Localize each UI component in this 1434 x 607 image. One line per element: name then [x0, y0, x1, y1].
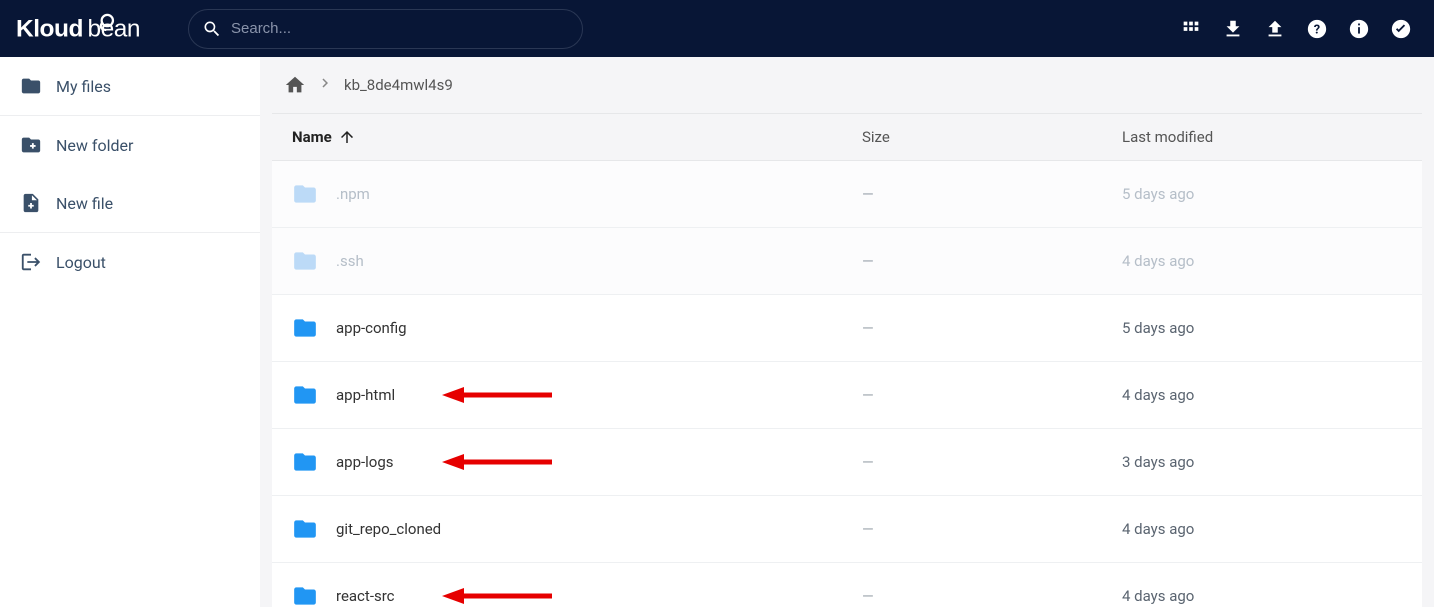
file-size: —	[862, 252, 1122, 270]
grid-view-icon[interactable]	[1180, 18, 1202, 40]
upload-icon[interactable]	[1264, 18, 1286, 40]
folder-icon	[292, 516, 318, 542]
table-row[interactable]: app-html—4 days ago	[272, 362, 1422, 429]
main-pane: kb_8de4mwl4s9 Name Size Last modified .n…	[260, 57, 1434, 607]
sidebar-item-label: New folder	[56, 136, 133, 155]
file-modified: 3 days ago	[1122, 453, 1402, 471]
sidebar-item-label: My files	[56, 77, 111, 96]
column-header-size[interactable]: Size	[862, 128, 1122, 146]
help-icon[interactable]: ?	[1306, 18, 1328, 40]
file-size: —	[862, 185, 1122, 203]
table-row[interactable]: .npm—5 days ago	[272, 161, 1422, 228]
folder-icon	[292, 583, 318, 607]
file-name: app-logs	[336, 453, 862, 471]
folder-icon	[292, 181, 318, 207]
download-icon[interactable]	[1222, 18, 1244, 40]
brand-logo: Kloud bean	[16, 12, 176, 46]
new-folder-icon	[20, 134, 42, 156]
file-modified: 4 days ago	[1122, 587, 1402, 605]
header-actions: ?	[1180, 18, 1418, 40]
file-size: —	[862, 386, 1122, 404]
file-modified: 5 days ago	[1122, 185, 1402, 203]
folder-icon	[292, 382, 318, 408]
sidebar-item-my-files[interactable]: My files	[0, 57, 260, 116]
file-size: —	[862, 520, 1122, 538]
breadcrumb: kb_8de4mwl4s9	[272, 57, 1422, 114]
sidebar-item-logout[interactable]: Logout	[0, 233, 260, 291]
folder-icon	[292, 449, 318, 475]
sidebar-item-label: New file	[56, 194, 113, 213]
sort-asc-icon	[338, 128, 356, 146]
table-header: Name Size Last modified	[272, 114, 1422, 161]
table-row[interactable]: react-src—4 days ago	[272, 563, 1422, 607]
sidebar-item-new-folder[interactable]: New folder	[0, 116, 260, 174]
folder-icon	[292, 315, 318, 341]
folder-icon	[292, 248, 318, 274]
search-wrap	[188, 9, 583, 49]
new-file-icon	[20, 192, 42, 214]
file-size: —	[862, 587, 1122, 605]
table-row[interactable]: .ssh—4 days ago	[272, 228, 1422, 295]
search-input[interactable]	[188, 9, 583, 49]
file-modified: 4 days ago	[1122, 386, 1402, 404]
file-size: —	[862, 453, 1122, 471]
home-icon[interactable]	[284, 74, 306, 96]
file-name: app-config	[336, 319, 862, 337]
file-name: react-src	[336, 587, 862, 605]
sidebar: My files New folder New file Logout	[0, 57, 260, 607]
file-modified: 5 days ago	[1122, 319, 1402, 337]
file-modified: 4 days ago	[1122, 520, 1402, 538]
file-name: app-html	[336, 386, 862, 404]
svg-text:bean: bean	[88, 15, 141, 42]
breadcrumb-current[interactable]: kb_8de4mwl4s9	[344, 76, 453, 94]
column-name-label: Name	[292, 128, 332, 146]
file-table: Name Size Last modified .npm—5 days ago.…	[272, 114, 1422, 607]
file-name: .npm	[336, 185, 862, 203]
sidebar-item-new-file[interactable]: New file	[0, 174, 260, 233]
file-name: .ssh	[336, 252, 862, 270]
table-row[interactable]: git_repo_cloned—4 days ago	[272, 496, 1422, 563]
app-header: Kloud bean ?	[0, 0, 1434, 57]
table-row[interactable]: app-logs—3 days ago	[272, 429, 1422, 496]
check-icon[interactable]	[1390, 18, 1412, 40]
svg-text:?: ?	[1314, 22, 1320, 37]
chevron-right-icon	[316, 73, 334, 97]
svg-text:Kloud: Kloud	[16, 15, 83, 42]
column-header-modified[interactable]: Last modified	[1122, 128, 1402, 146]
folder-icon	[20, 75, 42, 97]
search-icon	[202, 19, 222, 39]
file-name: git_repo_cloned	[336, 520, 862, 538]
column-header-name[interactable]: Name	[292, 128, 862, 146]
logout-icon	[20, 251, 42, 273]
file-modified: 4 days ago	[1122, 252, 1402, 270]
info-icon[interactable]	[1348, 18, 1370, 40]
table-row[interactable]: app-config—5 days ago	[272, 295, 1422, 362]
file-size: —	[862, 319, 1122, 337]
sidebar-item-label: Logout	[56, 253, 106, 272]
